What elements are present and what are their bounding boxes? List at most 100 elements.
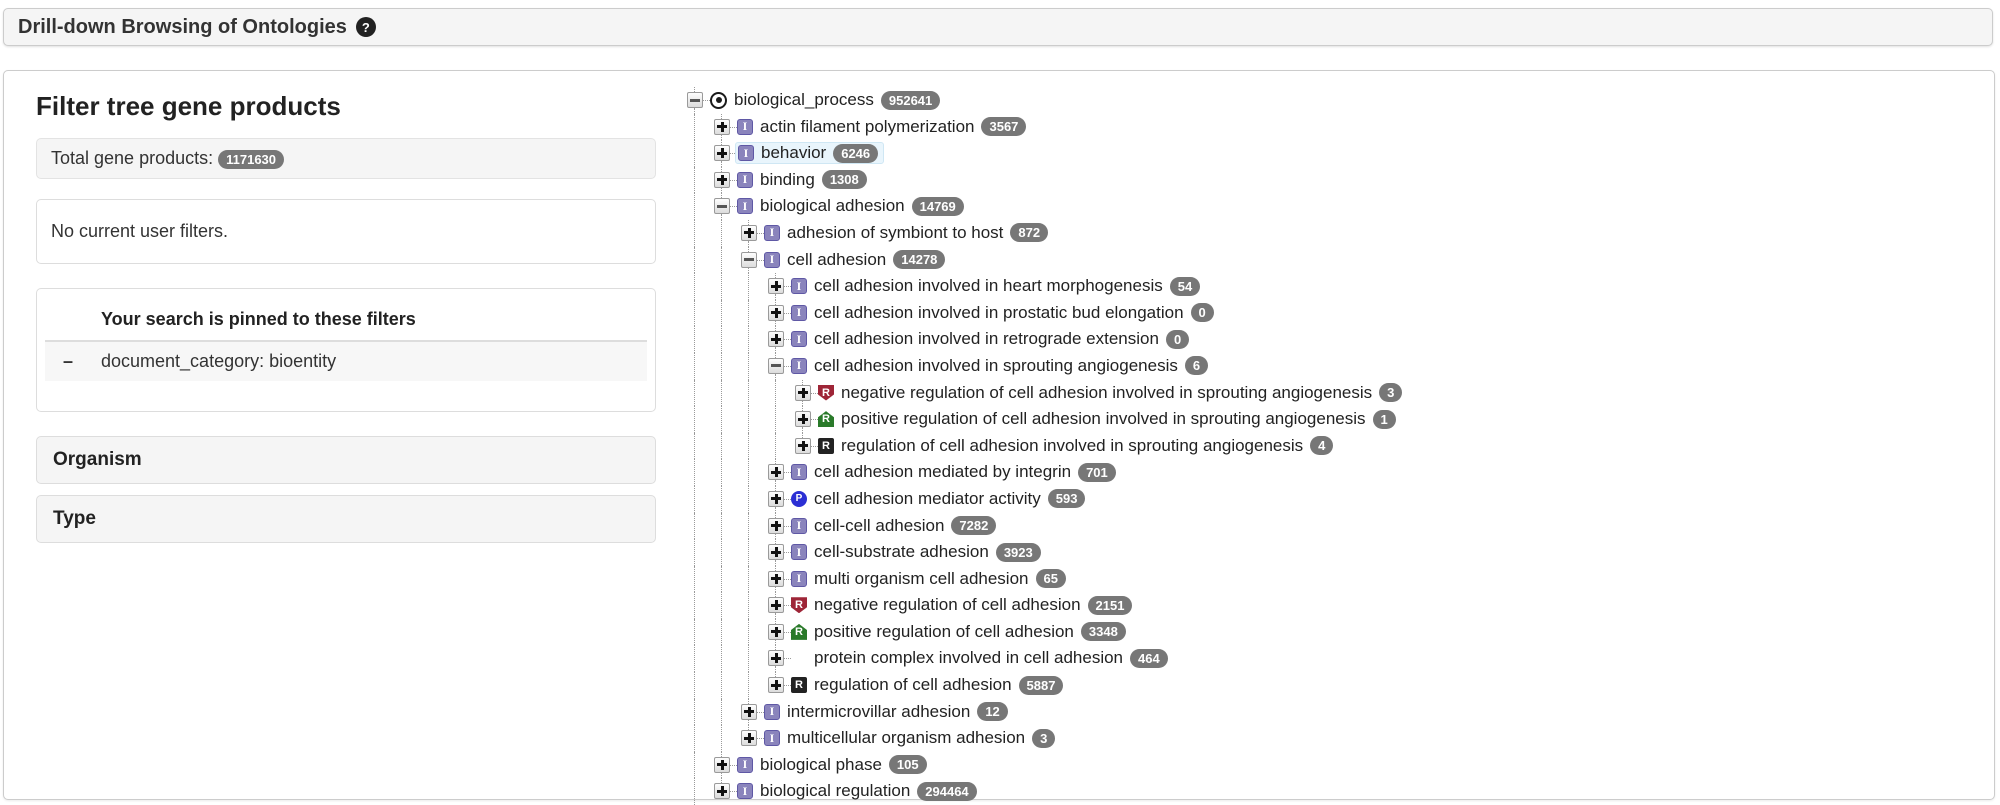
term-label[interactable]: cell adhesion <box>787 250 886 270</box>
collapse-node-button[interactable] <box>768 357 784 374</box>
expand-node-button[interactable] <box>768 331 784 348</box>
regulates-relation-icon: R <box>818 437 834 454</box>
accordion-organism[interactable]: Organism <box>36 436 656 484</box>
tree-connector-line <box>748 459 749 486</box>
term-label[interactable]: intermicrovillar adhesion <box>787 702 970 722</box>
expand-node-button[interactable] <box>795 437 811 454</box>
term-label[interactable]: negative regulation of cell adhesion inv… <box>841 383 1372 403</box>
expand-node-button[interactable] <box>741 224 757 241</box>
term-label[interactable]: regulation of cell adhesion <box>814 675 1012 695</box>
remove-filter-button[interactable]: – <box>45 341 101 381</box>
collapse-node-button[interactable] <box>687 92 703 108</box>
tree-row: Imulticellular organism adhesion 3 <box>687 725 1994 752</box>
collapse-node-button[interactable] <box>714 198 730 215</box>
term-label[interactable]: cell-substrate adhesion <box>814 542 989 562</box>
is-a-relation-icon: I <box>791 517 807 534</box>
expand-node-button[interactable] <box>714 145 730 162</box>
tree-connector-line <box>748 432 749 460</box>
expand-node-button[interactable] <box>768 544 784 561</box>
term-label[interactable]: multicellular organism adhesion <box>787 728 1025 748</box>
expand-node-button[interactable] <box>768 464 784 481</box>
term-label[interactable]: protein complex involved in cell adhesio… <box>814 648 1123 668</box>
tree-connector-line <box>775 512 776 518</box>
tree-node-content: protein complex involved in cell adhesio… <box>789 647 1173 669</box>
term-label[interactable]: regulation of cell adhesion involved in … <box>841 436 1303 456</box>
tree-connector-line <box>721 565 722 593</box>
tree-connector-line <box>694 485 695 513</box>
term-label[interactable]: biological_process <box>734 90 874 110</box>
expand-node-button[interactable] <box>768 677 784 694</box>
expand-node-button[interactable] <box>768 570 784 587</box>
term-label[interactable]: multi organism cell adhesion <box>814 569 1029 589</box>
page-header: Drill-down Browsing of Ontologies ? <box>3 8 1993 46</box>
term-label[interactable]: binding <box>760 170 815 190</box>
is-a-relation-icon: I <box>737 171 753 188</box>
gene-product-count-badge: 3 <box>1379 383 1403 403</box>
expand-node-button[interactable] <box>741 703 757 720</box>
expand-node-button[interactable] <box>714 783 730 800</box>
pinned-filters-box: Your search is pinned to these filters –… <box>36 288 656 412</box>
expand-node-button[interactable] <box>795 411 811 428</box>
term-label[interactable]: cell adhesion involved in heart morphoge… <box>814 276 1163 296</box>
term-label[interactable]: biological regulation <box>760 781 910 801</box>
expand-node-button[interactable] <box>768 278 784 295</box>
expand-node-button[interactable] <box>768 304 784 321</box>
expand-node-button[interactable] <box>768 517 784 534</box>
term-label[interactable]: cell adhesion involved in sprouting angi… <box>814 356 1178 376</box>
tree-node-content: Icell adhesion involved in prostatic bud… <box>789 302 1219 324</box>
term-label[interactable]: biological phase <box>760 755 882 775</box>
tree-connector-line <box>694 219 695 247</box>
tree-node-content: Ibinding 1308 <box>735 169 872 191</box>
gene-product-count-badge: 464 <box>1130 648 1168 668</box>
gene-product-count-badge: 0 <box>1165 329 1190 349</box>
term-label[interactable]: cell adhesion mediated by integrin <box>814 462 1071 482</box>
tree-node-content: Iactin filament polymerization 3567 <box>735 116 1031 138</box>
expand-node-button[interactable] <box>741 730 757 747</box>
tree-connector-line <box>748 672 749 699</box>
is-a-relation-icon: I <box>737 118 753 135</box>
tree-node-content: Rregulation of cell adhesion involved in… <box>816 435 1338 457</box>
tree-node-content: Ibiological regulation 294464 <box>735 780 982 802</box>
is-a-relation-icon: I <box>764 703 780 720</box>
tree-connector-line <box>694 326 695 353</box>
current-filters-box: No current user filters. <box>36 199 656 264</box>
term-label[interactable]: positive regulation of cell adhesion inv… <box>841 409 1366 429</box>
expand-node-button[interactable] <box>768 650 784 667</box>
is-a-relation-icon: I <box>764 251 780 268</box>
term-label[interactable]: biological adhesion <box>760 196 905 216</box>
term-label[interactable]: adhesion of symbiont to host <box>787 223 1003 243</box>
pinned-filters-table: Your search is pinned to these filters –… <box>45 303 647 381</box>
pinned-filters-heading: Your search is pinned to these filters <box>101 303 647 342</box>
expand-node-button[interactable] <box>768 623 784 640</box>
tree-node-content: Rregulation of cell adhesion 5887 <box>789 674 1068 696</box>
tree-node-content: Rnegative regulation of cell adhesion in… <box>816 382 1407 404</box>
gene-product-count-badge: 952641 <box>880 90 941 110</box>
expand-node-button[interactable] <box>768 490 784 507</box>
is-a-relation-icon: I <box>764 730 780 747</box>
expand-node-button[interactable] <box>714 756 730 773</box>
expand-node-button[interactable] <box>714 118 730 135</box>
term-label[interactable]: cell adhesion mediator activity <box>814 489 1041 509</box>
term-label[interactable]: behavior <box>761 143 826 163</box>
term-label[interactable]: actin filament polymerization <box>760 117 974 137</box>
term-label[interactable]: cell adhesion involved in retrograde ext… <box>814 329 1159 349</box>
gene-product-count-badge: 14769 <box>911 196 964 216</box>
term-label[interactable]: cell-cell adhesion <box>814 516 944 536</box>
tree-row: Rnegative regulation of cell adhesion in… <box>687 379 1994 407</box>
tree-connector-line <box>748 246 749 252</box>
term-label[interactable]: cell adhesion involved in prostatic bud … <box>814 303 1184 323</box>
term-label[interactable]: negative regulation of cell adhesion <box>814 595 1081 615</box>
expand-node-button[interactable] <box>795 384 811 401</box>
collapse-node-button[interactable] <box>741 251 757 268</box>
help-icon[interactable]: ? <box>355 17 376 37</box>
term-label[interactable]: positive regulation of cell adhesion <box>814 622 1074 642</box>
expand-node-button[interactable] <box>768 597 784 614</box>
tree-row: Ibiological regulation 294464 <box>687 778 1994 805</box>
negatively-regulates-relation-icon: R <box>818 384 834 401</box>
expand-node-button[interactable] <box>714 171 730 188</box>
tree-row: Imulti organism cell adhesion 65 <box>687 565 1994 593</box>
accordion-type[interactable]: Type <box>36 495 656 543</box>
tree-row: protein complex involved in cell adhesio… <box>687 645 1994 673</box>
tree-node-content: Icell adhesion involved in sprouting ang… <box>789 355 1213 377</box>
tree-connector-line <box>694 352 695 380</box>
